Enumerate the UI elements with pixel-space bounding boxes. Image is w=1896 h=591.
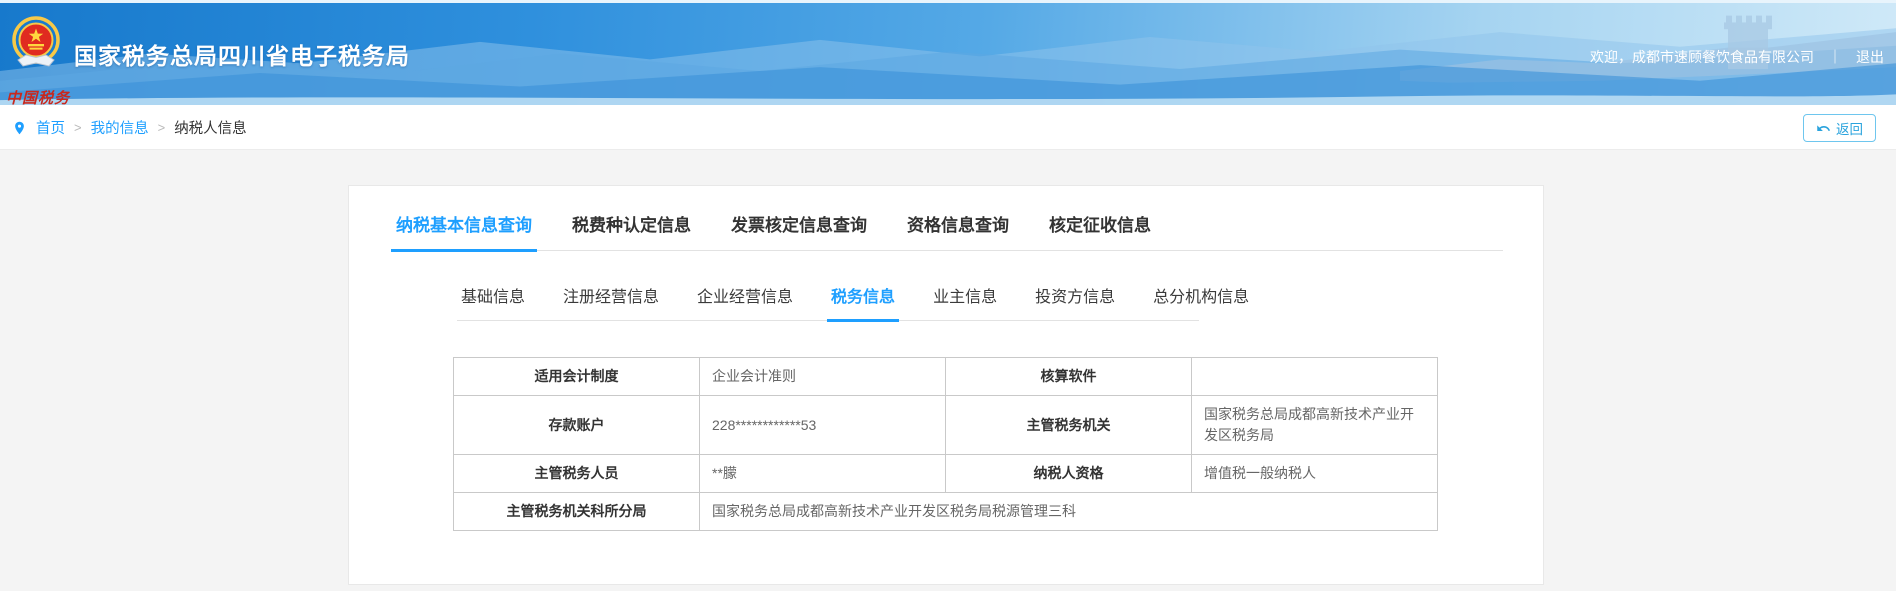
field-value-deposit-account: 228************53 [700,396,946,455]
table-row: 存款账户 228************53 主管税务机关 国家税务总局成都高新… [454,396,1438,455]
table-row: 主管税务机关科所分局 国家税务总局成都高新技术产业开发区税务局税源管理三科 [454,493,1438,531]
field-value-taxpayer-qualification: 增值税一般纳税人 [1192,455,1438,493]
tab-tax-basic-info-query[interactable]: 纳税基本信息查询 [391,211,537,252]
table-row: 适用会计制度 企业会计准则 核算软件 [454,358,1438,396]
tax-info-table: 适用会计制度 企业会计准则 核算软件 存款账户 228************5… [453,357,1438,531]
site-title: 国家税务总局四川省电子税务局 [74,37,410,71]
field-label-tax-branch-office: 主管税务机关科所分局 [454,493,700,531]
back-button[interactable]: 返回 [1803,114,1876,142]
breadcrumb-separator: > [158,120,166,135]
tab-assessed-collection-info[interactable]: 核定征收信息 [1044,211,1156,252]
location-pin-icon [12,119,27,137]
field-label-tax-officer: 主管税务人员 [454,455,700,493]
breadcrumb-my-info[interactable]: 我的信息 [91,117,149,138]
field-label-deposit-account: 存款账户 [454,396,700,455]
field-label-accounting-system: 适用会计制度 [454,358,700,396]
field-label-accounting-software: 核算软件 [946,358,1192,396]
header-separator: ｜ [1828,47,1842,67]
tab-tax-type-determination[interactable]: 税费种认定信息 [567,211,696,252]
content-card: 纳税基本信息查询 税费种认定信息 发票核定信息查询 资格信息查询 核定征收信息 … [348,185,1544,585]
secondary-tab-bar: 基础信息 注册经营信息 企业经营信息 税务信息 业主信息 投资方信息 总分机构信… [457,283,1199,321]
tab-basic-info[interactable]: 基础信息 [457,283,529,322]
logo-caption: 中国税务 [6,87,76,105]
tax-emblem-logo [10,15,70,78]
welcome-text: 欢迎，成都市速顾餐饮食品有限公司 [1590,47,1814,67]
field-label-tax-authority: 主管税务机关 [946,396,1192,455]
app-header: 中国税务 国家税务总局四川省电子税务局 欢迎，成都市速顾餐饮食品有限公司 ｜ 退… [0,0,1896,105]
breadcrumb-current: 纳税人信息 [174,117,247,138]
breadcrumb-home[interactable]: 首页 [36,117,65,138]
back-button-label: 返回 [1836,118,1863,138]
undo-arrow-icon [1816,121,1831,136]
field-label-taxpayer-qualification: 纳税人资格 [946,455,1192,493]
primary-tab-bar: 纳税基本信息查询 税费种认定信息 发票核定信息查询 资格信息查询 核定征收信息 [391,211,1503,251]
tab-head-branch-info[interactable]: 总分机构信息 [1149,283,1253,322]
field-value-tax-officer: **朦 [700,455,946,493]
logout-link[interactable]: 退出 [1856,47,1884,67]
breadcrumb-separator: > [74,120,82,135]
field-value-accounting-system: 企业会计准则 [700,358,946,396]
breadcrumb: 首页 > 我的信息 > 纳税人信息 [12,105,247,150]
tab-registration-info[interactable]: 注册经营信息 [559,283,663,322]
field-value-accounting-software [1192,358,1438,396]
field-value-tax-branch-office: 国家税务总局成都高新技术产业开发区税务局税源管理三科 [700,493,1438,531]
tab-invoice-approval-query[interactable]: 发票核定信息查询 [726,211,872,252]
tab-tax-info[interactable]: 税务信息 [827,283,899,322]
breadcrumb-bar: 首页 > 我的信息 > 纳税人信息 返回 [0,105,1896,150]
tab-owner-info[interactable]: 业主信息 [929,283,1001,322]
tab-qualification-query[interactable]: 资格信息查询 [902,211,1014,252]
tab-enterprise-operation-info[interactable]: 企业经营信息 [693,283,797,322]
header-user-area: 欢迎，成都市速顾餐饮食品有限公司 ｜ 退出 [1590,47,1884,67]
table-row: 主管税务人员 **朦 纳税人资格 增值税一般纳税人 [454,455,1438,493]
tax-emblem-icon [10,15,62,73]
tab-investor-info[interactable]: 投资方信息 [1031,283,1119,322]
field-value-tax-authority: 国家税务总局成都高新技术产业开发区税务局 [1192,396,1438,455]
